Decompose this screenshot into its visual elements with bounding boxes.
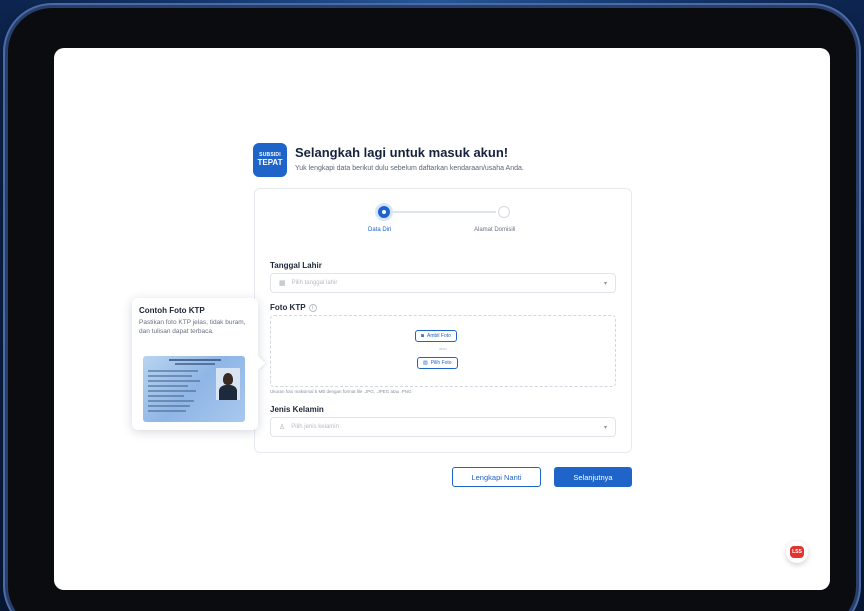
gender-select[interactable]: ♙ Pilih jenis kelamin ▾ [270,417,616,437]
step-indicator-alamat [498,206,510,218]
chevron-down-icon: ▾ [603,424,607,431]
camera-icon: ◙ [421,333,425,339]
stepper: Data Diri Alamat Domisili [255,203,631,243]
ktp-photo-label: Foto KTP i [270,303,317,312]
next-button[interactable]: Selanjutnya [554,467,632,487]
subsidi-tepat-logo: SUBSIDI TEPAT [253,143,287,177]
page-subtitle: Yuk lengkapi data berikut dulu sebelum d… [295,165,524,172]
ktp-photo-label-text: Foto KTP [270,303,306,312]
chat-icon: LSS [790,546,804,558]
tooltip-title: Contoh Foto KTP [139,306,205,315]
birthdate-placeholder: Pilih tanggal lahir [291,280,338,286]
ktp-example-tooltip: Contoh Foto KTP Pastikan foto KTP jelas,… [132,298,258,430]
person-icon: ♙ [279,424,286,431]
step-indicator-data-diri [378,206,390,218]
step-label-data-diri: Data Diri [368,227,392,233]
app-screen: SUBSIDI TEPAT Selangkah lagi untuk masuk… [54,48,830,590]
page-title: Selangkah lagi untuk masuk akun! [295,145,509,160]
upload-separator: atau [439,346,447,351]
chevron-down-icon: ▾ [603,280,607,287]
logo-line2: TEPAT [257,158,283,167]
choose-photo-label: Pilih Foto [430,360,452,366]
birthdate-label: Tanggal Lahir [270,261,322,270]
complete-later-button[interactable]: Lengkapi Nanti [452,467,541,487]
take-photo-button[interactable]: ◙ Ambil Foto [415,330,457,342]
image-icon: ▧ [423,360,428,366]
choose-photo-button[interactable]: ▧ Pilih Foto [417,357,458,369]
page-header: SUBSIDI TEPAT Selangkah lagi untuk masuk… [253,143,524,177]
form-card: Data Diri Alamat Domisili Tanggal Lahir … [254,188,632,453]
ktp-example-image [143,356,245,422]
gender-label: Jenis Kelamin [270,405,324,414]
birthdate-select[interactable]: ▦ Pilih tanggal lahir ▾ [270,273,616,293]
tooltip-body: Pastikan foto KTP jelas, tidak buram, da… [139,319,246,335]
stepper-line [392,211,496,213]
gender-placeholder: Pilih jenis kelamin [291,424,339,430]
help-chat-button[interactable]: LSS [786,541,808,563]
step-label-alamat: Alamat Domisili [474,227,516,233]
calendar-icon: ▦ [279,280,286,287]
take-photo-label: Ambil Foto [427,333,451,339]
ktp-upload-area[interactable]: ◙ Ambil Foto atau ▧ Pilih Foto [270,315,616,387]
tablet-frame: SUBSIDI TEPAT Selangkah lagi untuk masuk… [8,8,856,611]
upload-hint: Ukuran foto maksimal 5 MB dengan format … [270,389,412,394]
info-icon[interactable]: i [308,303,317,312]
